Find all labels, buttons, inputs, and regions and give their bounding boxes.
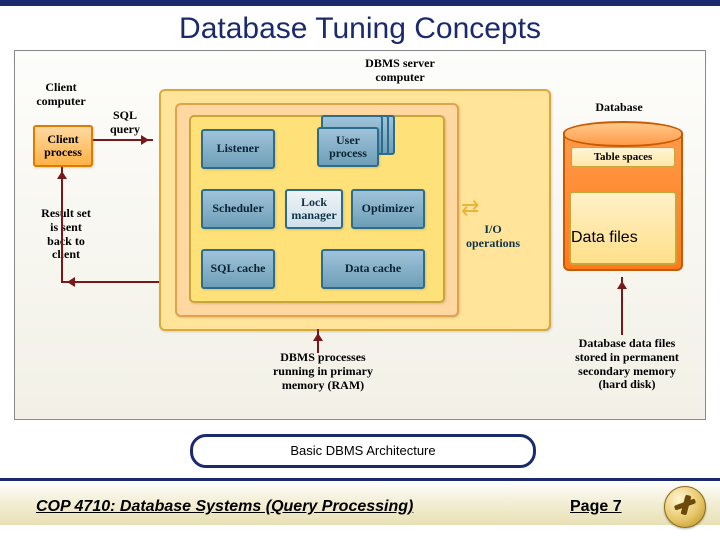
data-files-box: Data files xyxy=(569,191,677,265)
dbms-server-label: DBMS servercomputer xyxy=(345,57,455,85)
database-cylinder: Table spaces Data files xyxy=(563,121,683,271)
client-computer-label: Clientcomputer xyxy=(31,81,91,109)
arrow-result-vertical xyxy=(61,167,63,283)
page-number: Page 7 xyxy=(570,498,622,516)
result-set-label: Result setis sentback toclient xyxy=(29,207,103,262)
arrow-db-to-label xyxy=(621,277,623,335)
diagram-caption: Basic DBMS Architecture xyxy=(190,434,536,468)
io-arrow-icon: ⇄ xyxy=(461,195,476,221)
db-files-label: Database data filesstored in permanentse… xyxy=(557,337,697,392)
dbms-processes-label: DBMS processesrunning in primarymemory (… xyxy=(253,351,393,392)
client-process-box: Clientprocess xyxy=(33,125,93,167)
course-title: COP 4710: Database Systems (Query Proces… xyxy=(36,498,413,516)
optimizer-box: Optimizer xyxy=(351,189,425,229)
table-spaces-label: Table spaces xyxy=(571,147,675,167)
scheduler-box: Scheduler xyxy=(201,189,275,229)
sql-cache-box: SQL cache xyxy=(201,249,275,289)
user-process-box: Userprocess xyxy=(317,127,379,167)
arrow-result-horizontal xyxy=(63,281,159,283)
database-cyl-label: Database xyxy=(579,101,659,115)
lock-manager-box: Lockmanager xyxy=(285,189,343,229)
architecture-diagram: Clientcomputer Clientprocess SQLquery Re… xyxy=(14,50,706,420)
slide: Database Tuning Concepts Clientcomputer … xyxy=(0,0,720,540)
data-cache-box: Data cache xyxy=(321,249,425,289)
io-operations-label: I/Ooperations xyxy=(463,223,523,251)
listener-box: Listener xyxy=(201,129,275,169)
arrow-client-to-dbms xyxy=(93,139,153,141)
slide-title: Database Tuning Concepts xyxy=(0,12,720,46)
sql-query-label: SQLquery xyxy=(105,109,145,137)
ucf-logo-icon xyxy=(664,486,706,528)
top-accent-bar xyxy=(0,0,720,6)
